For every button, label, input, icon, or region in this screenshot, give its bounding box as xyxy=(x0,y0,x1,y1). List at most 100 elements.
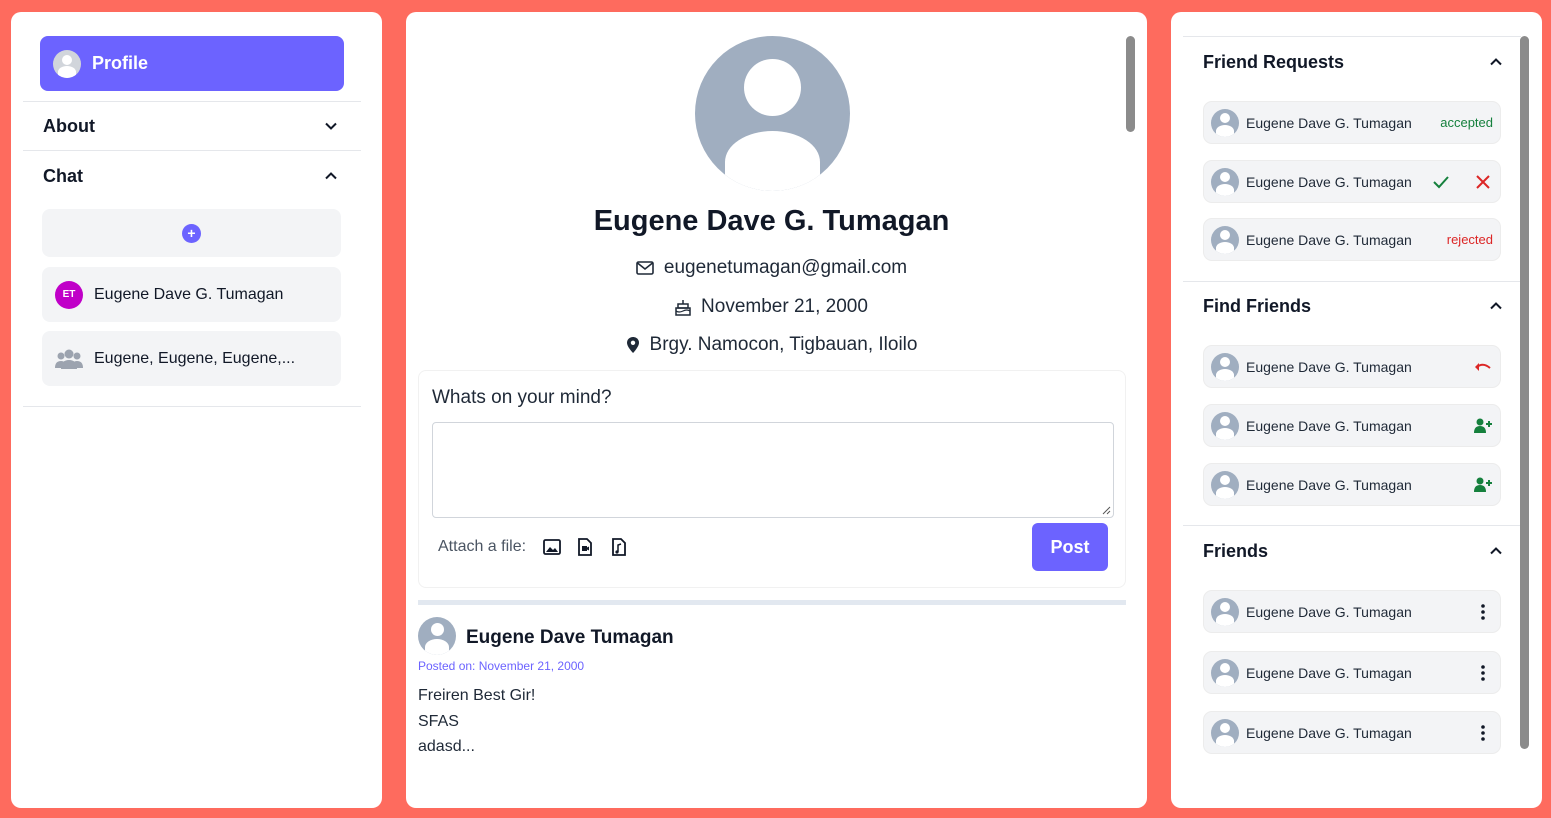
birthday-text: November 21, 2000 xyxy=(701,296,868,317)
status-badge: rejected xyxy=(1446,232,1493,247)
friend-requests-header[interactable]: Friend Requests xyxy=(1203,49,1503,75)
add-user-icon[interactable] xyxy=(1473,416,1493,436)
accept-check-icon[interactable] xyxy=(1431,172,1451,192)
user-avatar xyxy=(1211,411,1239,440)
post-button[interactable]: Post xyxy=(1032,523,1108,571)
email-row: eugenetumagan@gmail.com xyxy=(406,257,1137,279)
feed-divider xyxy=(418,600,1126,605)
divider xyxy=(23,101,361,102)
friend-item[interactable]: Eugene Dave G. Tumagan xyxy=(1203,651,1501,694)
more-vertical-icon[interactable] xyxy=(1473,602,1493,622)
chevron-up-icon xyxy=(1490,547,1502,555)
divider xyxy=(23,150,361,151)
video-file-icon[interactable] xyxy=(575,537,595,557)
post-author-avatar xyxy=(418,617,456,655)
profile-button[interactable]: Profile xyxy=(40,36,344,91)
resize-grip-icon[interactable] xyxy=(1101,505,1111,515)
profile-avatar-icon xyxy=(53,49,81,78)
plus-icon: + xyxy=(182,223,201,243)
user-avatar xyxy=(1211,718,1239,747)
section-title: Find Friends xyxy=(1203,295,1311,316)
user-name: Eugene Dave G. Tumagan xyxy=(1246,358,1412,375)
cake-icon xyxy=(675,300,691,316)
image-icon[interactable] xyxy=(542,537,562,557)
user-avatar xyxy=(1211,658,1239,687)
user-name: Eugene Dave G. Tumagan xyxy=(1246,417,1412,434)
chat-item[interactable]: ET Eugene Dave G. Tumagan xyxy=(42,267,341,322)
right-sidebar: Friend Requests Eugene Dave G. Tumagan a… xyxy=(1171,12,1542,808)
friend-request-item[interactable]: Eugene Dave G. Tumagan rejected xyxy=(1203,218,1501,261)
post-composer: Whats on your mind? Attach a file: Post xyxy=(418,370,1126,588)
chat-accordion[interactable]: Chat xyxy=(43,161,338,191)
address-text: Brgy. Namocon, Tigbauan, Iloilo xyxy=(649,334,918,355)
reject-x-icon[interactable] xyxy=(1473,172,1493,192)
left-sidebar: Profile About Chat + ET Eugene Dave G. T… xyxy=(11,12,382,808)
friend-item[interactable]: Eugene Dave G. Tumagan xyxy=(1203,590,1501,633)
post-prompt: Whats on your mind? xyxy=(432,387,612,408)
find-friend-item[interactable]: Eugene Dave G. Tumagan xyxy=(1203,345,1501,388)
user-name: Eugene Dave G. Tumagan xyxy=(1246,173,1412,190)
profile-label: Profile xyxy=(92,53,149,73)
post-author[interactable]: Eugene Dave Tumagan xyxy=(466,627,674,649)
email-text: eugenetumagan@gmail.com xyxy=(663,257,908,278)
chat-label: Chat xyxy=(43,165,83,186)
user-name: Eugene Dave G. Tumagan xyxy=(1246,724,1412,741)
chat-name: Eugene Dave G. Tumagan xyxy=(94,285,284,303)
find-friends-header[interactable]: Find Friends xyxy=(1203,293,1503,319)
about-label: About xyxy=(43,115,95,136)
friend-request-item[interactable]: Eugene Dave G. Tumagan accepted xyxy=(1203,101,1501,144)
user-name: Eugene Dave G. Tumagan xyxy=(1246,231,1412,248)
section-title: Friends xyxy=(1203,540,1269,561)
user-name: Eugene Dave G. Tumagan xyxy=(1246,476,1412,493)
undo-icon[interactable] xyxy=(1473,357,1493,377)
friend-request-item[interactable]: Eugene Dave G. Tumagan xyxy=(1203,160,1501,203)
profile-main: Eugene Dave G. Tumagan eugenetumagan@gma… xyxy=(406,12,1147,808)
add-user-icon[interactable] xyxy=(1473,475,1493,495)
user-name: Eugene Dave G. Tumagan xyxy=(1246,603,1412,620)
friends-header[interactable]: Friends xyxy=(1203,538,1503,564)
birthday-row: November 21, 2000 xyxy=(406,296,1137,318)
post-text-line: Freiren Best Gir! xyxy=(418,687,536,704)
status-badge: accepted xyxy=(1440,115,1493,130)
friend-item[interactable]: Eugene Dave G. Tumagan xyxy=(1203,711,1501,754)
group-icon xyxy=(55,349,83,369)
profile-picture xyxy=(695,36,850,191)
profile-name: Eugene Dave G. Tumagan xyxy=(593,205,950,237)
post-text-line: adasd... xyxy=(418,738,475,755)
find-friend-item[interactable]: Eugene Dave G. Tumagan xyxy=(1203,404,1501,447)
user-name: Eugene Dave G. Tumagan xyxy=(1246,114,1412,131)
about-accordion[interactable]: About xyxy=(43,111,338,141)
chevron-down-icon xyxy=(325,122,337,130)
attach-label: Attach a file: xyxy=(438,538,527,555)
mail-icon xyxy=(636,261,654,275)
chevron-up-icon xyxy=(1490,302,1502,310)
chevron-up-icon xyxy=(1490,58,1502,66)
user-avatar xyxy=(1211,597,1239,626)
scrollbar[interactable] xyxy=(1520,36,1529,749)
divider xyxy=(1183,525,1521,526)
chevron-up-icon xyxy=(325,172,337,180)
post-date: Posted on: November 21, 2000 xyxy=(418,659,585,673)
address-row: Brgy. Namocon, Tigbauan, Iloilo xyxy=(406,334,1137,356)
find-friend-item[interactable]: Eugene Dave G. Tumagan xyxy=(1203,463,1501,506)
user-avatar xyxy=(1211,225,1239,254)
user-avatar xyxy=(1211,167,1239,196)
chat-avatar: ET xyxy=(55,280,83,309)
divider xyxy=(1183,281,1521,282)
location-pin-icon xyxy=(626,337,639,353)
divider xyxy=(1183,36,1521,37)
more-vertical-icon[interactable] xyxy=(1473,663,1493,683)
audio-file-icon[interactable] xyxy=(609,537,629,557)
post-text-line: SFAS xyxy=(418,713,459,730)
new-chat-button[interactable]: + xyxy=(42,209,341,257)
user-avatar xyxy=(1211,108,1239,137)
post-textarea[interactable] xyxy=(432,422,1114,518)
user-avatar xyxy=(1211,470,1239,499)
chat-name: Eugene, Eugene, Eugene,... xyxy=(94,349,296,367)
group-chat-item[interactable]: Eugene, Eugene, Eugene,... xyxy=(42,331,341,386)
scrollbar[interactable] xyxy=(1126,36,1135,132)
divider xyxy=(23,406,361,407)
user-avatar xyxy=(1211,352,1239,381)
more-vertical-icon[interactable] xyxy=(1473,723,1493,743)
section-title: Friend Requests xyxy=(1203,51,1345,72)
